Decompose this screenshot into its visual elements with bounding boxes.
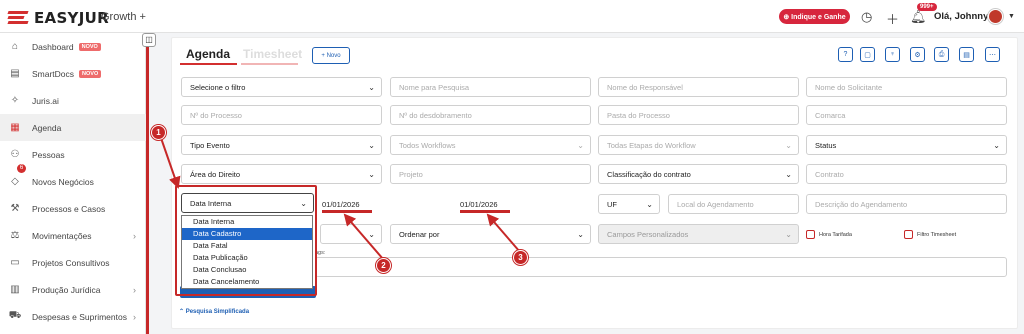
arrow-2 [343,213,384,260]
arrow-3 [486,213,521,253]
arrow-1 [160,137,181,189]
callout-1: 1 [151,125,166,140]
annotation-arrows [160,137,521,260]
callout-3: 3 [513,250,528,265]
callout-2: 2 [376,258,391,273]
